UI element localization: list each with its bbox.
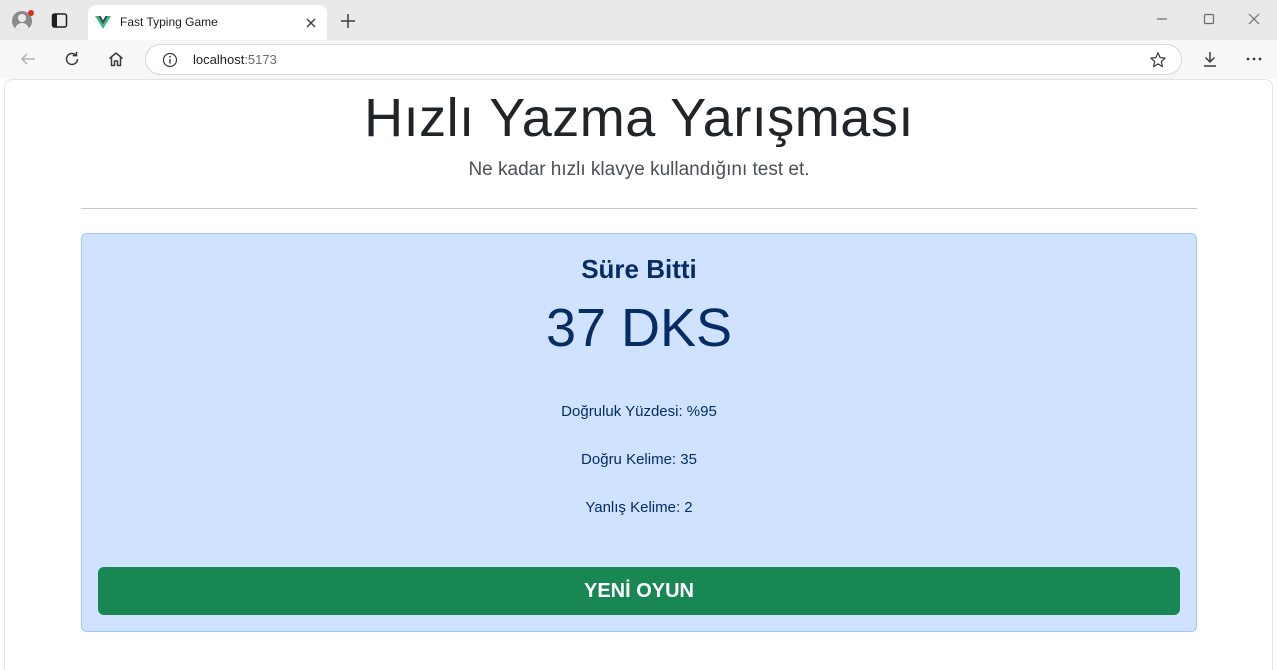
tab-title: Fast Typing Game — [120, 15, 218, 29]
more-icon[interactable] — [1245, 50, 1263, 68]
page-title: Hızlı Yazma Yarışması — [364, 88, 914, 148]
new-game-button[interactable]: YENİ OYUN — [98, 567, 1180, 615]
result-card: Süre Bitti 37 DKS Doğruluk Yüzdesi: %95 … — [81, 233, 1197, 632]
close-icon[interactable] — [304, 16, 318, 30]
divider — [81, 208, 1197, 209]
active-tab[interactable]: Fast Typing Game — [88, 5, 327, 40]
vue-logo-icon — [95, 16, 111, 29]
wpm-score: 37 DKS — [545, 298, 733, 358]
tab-actions-icon[interactable] — [51, 12, 68, 29]
wrong-words-stat: Yanlış Kelime: 2 — [585, 499, 693, 516]
browser-toolbar: localhost:5173 — [0, 40, 1277, 79]
download-icon[interactable] — [1201, 50, 1219, 68]
minimize-icon[interactable] — [1155, 12, 1169, 26]
result-heading: Süre Bitti — [581, 254, 697, 284]
info-icon[interactable] — [162, 52, 178, 68]
maximize-icon[interactable] — [1202, 12, 1216, 26]
address-bar[interactable]: localhost:5173 — [145, 44, 1182, 75]
profile-notification-dot — [28, 10, 34, 16]
url-port: :5173 — [244, 52, 277, 67]
browser-tab-strip: Fast Typing Game — [0, 0, 1277, 40]
arrow-left-icon[interactable] — [19, 50, 37, 68]
url-text[interactable]: localhost:5173 — [193, 52, 277, 67]
accuracy-stat: Doğruluk Yüzdesi: %95 — [561, 403, 717, 420]
star-icon[interactable] — [1149, 51, 1167, 69]
correct-words-stat: Doğru Kelime: 35 — [581, 451, 697, 468]
page-subtitle: Ne kadar hızlı klavye kullandığını test … — [468, 159, 810, 180]
reload-icon[interactable] — [63, 50, 81, 68]
window-close-icon[interactable] — [1247, 12, 1261, 26]
home-icon[interactable] — [107, 50, 125, 68]
url-host: localhost — [193, 52, 245, 67]
plus-icon[interactable] — [339, 12, 357, 30]
